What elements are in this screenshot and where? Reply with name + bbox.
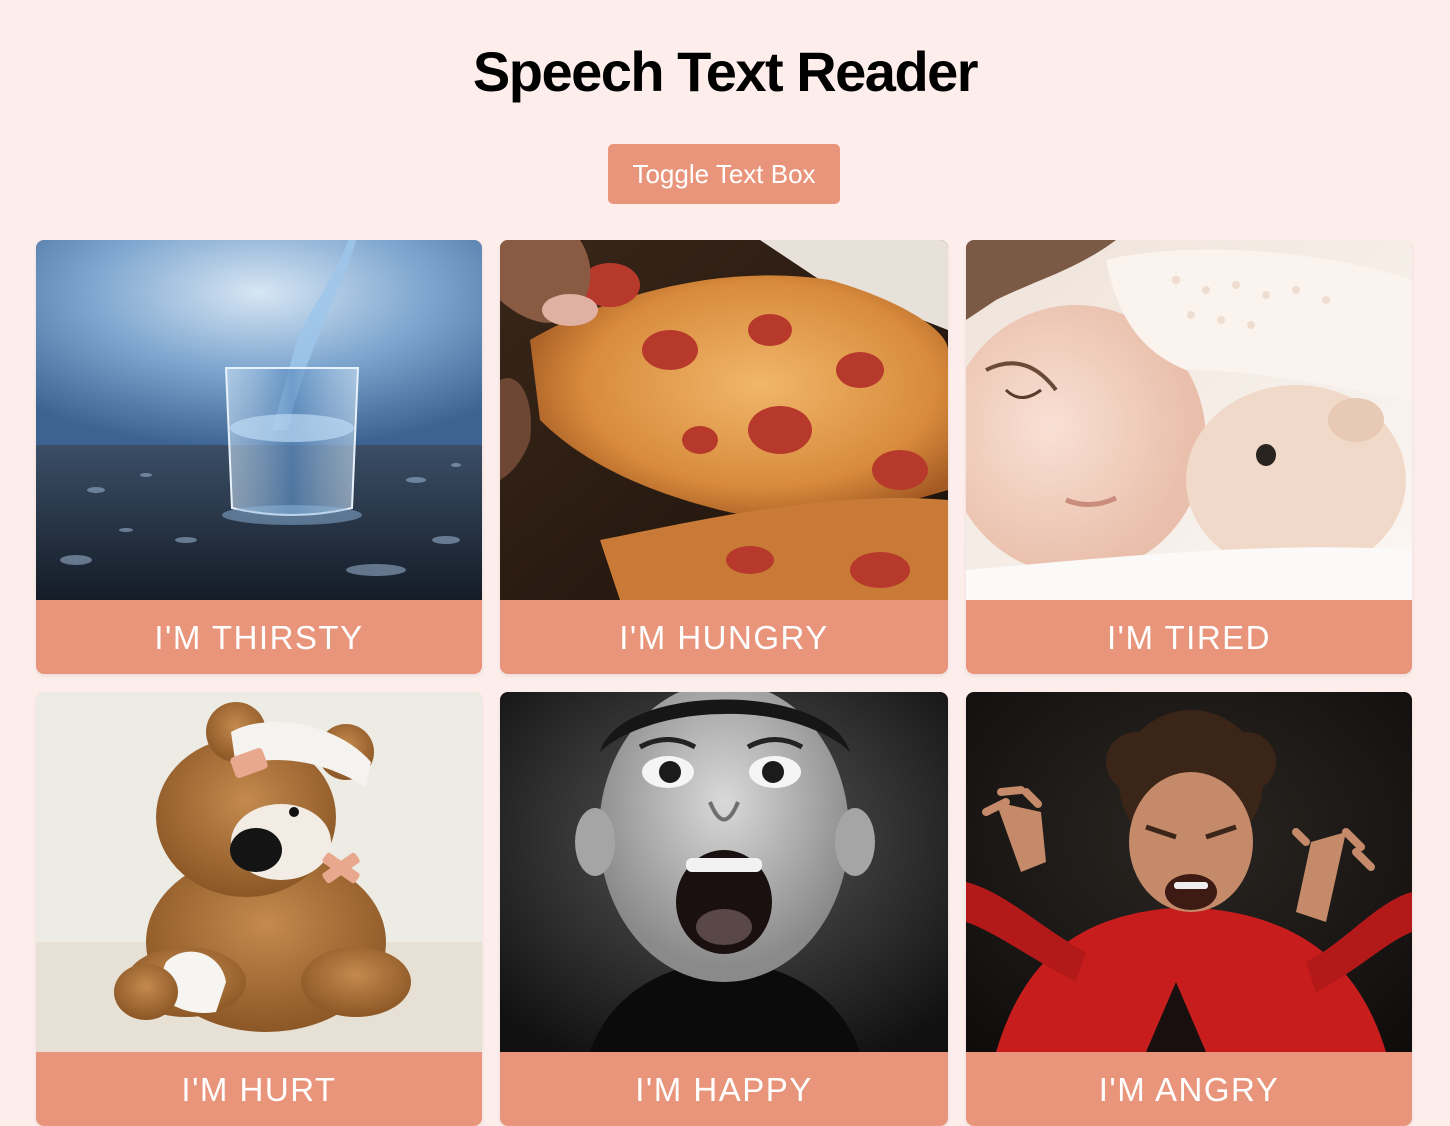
pizza-slice-photo xyxy=(500,240,948,600)
excited-boy-photo xyxy=(500,692,948,1052)
card-label: I'M HAPPY xyxy=(635,1071,813,1108)
card-hurt[interactable]: I'M HURT xyxy=(36,692,482,1126)
card-tired[interactable]: I'M TIRED xyxy=(966,240,1412,674)
page: Speech Text Reader Toggle Text Box I'M T… xyxy=(0,0,1450,1126)
sleeping-child-photo xyxy=(966,240,1412,600)
toggle-text-box-button[interactable]: Toggle Text Box xyxy=(608,144,840,204)
card-label: I'M TIRED xyxy=(1106,619,1272,656)
page-title: Speech Text Reader xyxy=(472,40,979,103)
card-label: I'M ANGRY xyxy=(1098,1071,1280,1108)
card-angry[interactable]: I'M ANGRY xyxy=(966,692,1412,1126)
card-happy[interactable]: I'M HAPPY xyxy=(500,692,948,1126)
card-label: I'M THIRSTY xyxy=(154,619,364,656)
card-label: I'M HUNGRY xyxy=(619,619,829,656)
angry-child-photo xyxy=(966,692,1412,1052)
card-hungry[interactable]: I'M HUNGRY xyxy=(500,240,948,674)
card-thirsty[interactable]: I'M THIRSTY xyxy=(36,240,482,674)
bandaged-teddy-bear-photo xyxy=(36,692,482,1052)
card-grid: I'M THIRSTY I'M HUNGRY I'M TIRED I'M HUR… xyxy=(36,240,1412,1126)
glass-of-water-photo xyxy=(36,240,482,600)
card-label: I'M HURT xyxy=(181,1071,337,1108)
